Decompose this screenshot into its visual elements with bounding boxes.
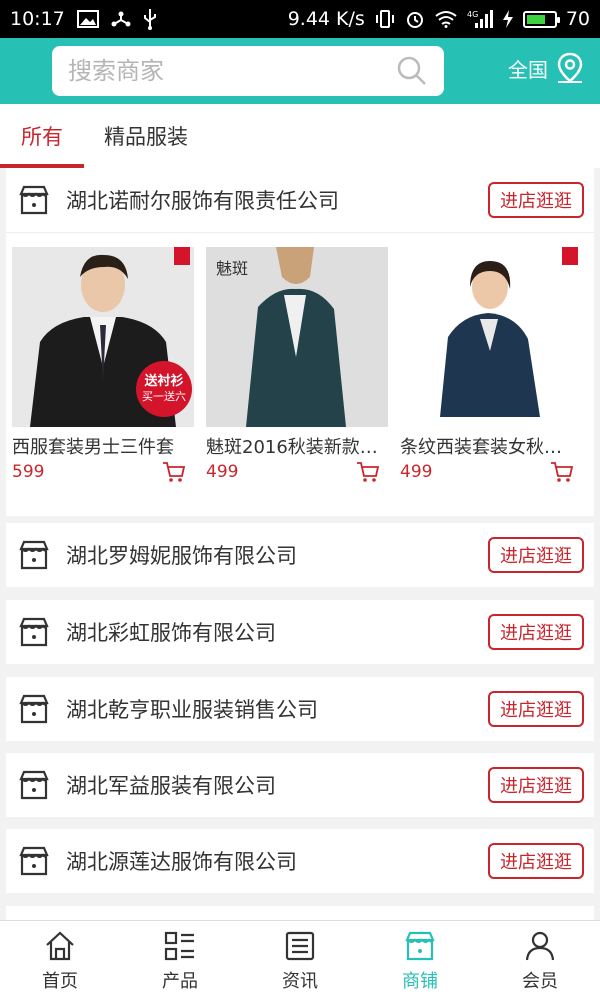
shop-name: 湖北乾亨职业服装销售公司	[66, 698, 318, 722]
nav-label: 资讯	[282, 970, 318, 992]
shop-icon	[405, 931, 435, 960]
visit-shop-button[interactable]: 进店逛逛	[488, 843, 584, 879]
search-bar[interactable]	[52, 46, 444, 96]
alarm-icon	[405, 9, 425, 29]
shop-row[interactable]: 湖北乾亨职业服装销售公司 进店逛逛	[6, 677, 594, 741]
status-time: 10:17	[10, 8, 65, 30]
corner-tag	[562, 247, 578, 265]
visit-shop-button[interactable]: 进店逛逛	[488, 767, 584, 803]
product-price: 599	[12, 462, 45, 482]
shop-name: 湖北军益服装有限公司	[66, 774, 276, 798]
charging-icon	[502, 9, 514, 29]
storefront-icon	[19, 770, 49, 800]
visit-shop-button[interactable]: 进店逛逛	[488, 537, 584, 573]
search-icon[interactable]	[396, 55, 428, 87]
shop-row[interactable]: 湖北源莲达服饰有限公司 进店逛逛	[6, 829, 594, 893]
storefront-icon	[19, 617, 49, 647]
battery-icon	[522, 10, 560, 28]
home-icon	[46, 931, 74, 960]
battery-level: 70	[565, 8, 590, 30]
nav-home[interactable]: 首页	[0, 921, 120, 1000]
product-image	[400, 247, 582, 427]
cart-icon[interactable]	[550, 461, 574, 483]
shop-name: 湖北彩虹服饰有限公司	[66, 621, 276, 645]
storefront-icon	[19, 846, 49, 876]
tab-label: 所有	[21, 125, 63, 149]
shop-card: 湖北罗姆妮服饰有限公司 进店逛逛	[6, 523, 594, 587]
product-title: 条纹西装套装女秋…	[400, 437, 562, 458]
brand-logo-text: 魅斑	[216, 259, 249, 278]
news-icon	[285, 931, 315, 960]
network-speed: 9.44 K/s	[287, 8, 365, 30]
shop-card-partial	[6, 906, 594, 920]
bottom-navigation: 首页 产品 资讯 商铺 会员	[0, 920, 600, 1000]
product-title: 西服套装男士三件套	[12, 437, 174, 458]
signal-type-label: 4G	[467, 10, 478, 19]
womens-suit-photo	[400, 247, 582, 427]
battery-fill	[526, 14, 545, 24]
product-card[interactable]: 魅斑 魅斑2016秋装新款… 499	[206, 247, 388, 483]
region-label: 全国	[508, 57, 548, 82]
shop-row[interactable]: 湖北彩虹服饰有限公司 进店逛逛	[6, 600, 594, 664]
shop-card: 湖北乾亨职业服装销售公司 进店逛逛	[6, 677, 594, 741]
category-tabs: 所有 精品服装	[0, 104, 600, 168]
product-image: 送衬衫 买一送六	[12, 247, 194, 427]
image-icon	[76, 10, 99, 28]
tab-boutique-clothing[interactable]: 精品服装	[84, 104, 188, 168]
grid-list-icon	[164, 931, 194, 960]
nav-shops[interactable]: 商铺	[360, 921, 480, 1000]
share-icon	[111, 10, 131, 28]
nav-news[interactable]: 资讯	[240, 921, 360, 1000]
nav-label: 首页	[42, 970, 78, 992]
storefront-icon	[19, 540, 49, 570]
shop-row[interactable]: 湖北军益服装有限公司 进店逛逛	[6, 753, 594, 817]
wifi-icon	[434, 10, 458, 28]
shop-card: 湖北源莲达服饰有限公司 进店逛逛	[6, 829, 594, 893]
shop-row[interactable]: 湖北诺耐尔服饰有限责任公司 进店逛逛	[6, 168, 594, 232]
user-icon	[525, 931, 555, 960]
tab-all[interactable]: 所有	[0, 104, 84, 168]
vibrate-icon	[374, 9, 396, 29]
product-price: 499	[400, 462, 433, 482]
nav-label: 商铺	[402, 970, 438, 992]
shop-card: 湖北彩虹服饰有限公司 进店逛逛	[6, 600, 594, 664]
shop-card: 湖北军益服装有限公司 进店逛逛	[6, 753, 594, 817]
storefront-icon	[19, 185, 49, 215]
product-image: 魅斑	[206, 247, 388, 427]
search-input[interactable]	[68, 57, 396, 85]
featured-shop-card: 湖北诺耐尔服饰有限责任公司 进店逛逛 送衬衫 买一送六 西服套装男士三件套 59…	[6, 168, 594, 516]
corner-tag	[174, 247, 190, 265]
product-card[interactable]: 送衬衫 买一送六 西服套装男士三件套 599	[12, 247, 194, 483]
nav-products[interactable]: 产品	[120, 921, 240, 1000]
promo-badge: 送衬衫 买一送六	[136, 361, 192, 417]
product-title: 魅斑2016秋装新款…	[206, 437, 378, 458]
nav-label: 产品	[162, 970, 198, 992]
visit-shop-button[interactable]: 进店逛逛	[488, 691, 584, 727]
cellular-signal-icon: 4G	[467, 9, 493, 29]
region-selector[interactable]: 全国	[508, 52, 584, 84]
location-pin-icon	[557, 52, 583, 83]
storefront-icon	[19, 694, 49, 724]
shop-name: 湖北诺耐尔服饰有限责任公司	[66, 189, 339, 213]
visit-shop-button[interactable]: 进店逛逛	[488, 614, 584, 650]
product-price: 499	[206, 462, 239, 482]
promo-badge-line2: 买一送六	[142, 390, 186, 404]
product-strip: 送衬衫 买一送六 西服套装男士三件套 599 魅斑 魅斑2016秋装新款… 49…	[6, 232, 594, 483]
tab-label: 精品服装	[104, 125, 188, 149]
nav-member[interactable]: 会员	[480, 921, 600, 1000]
shop-name: 湖北罗姆妮服饰有限公司	[66, 544, 297, 568]
app-header: 全国	[0, 38, 600, 104]
shop-row[interactable]: 湖北罗姆妮服饰有限公司 进店逛逛	[6, 523, 594, 587]
nav-label: 会员	[522, 970, 558, 992]
usb-icon	[143, 8, 157, 30]
shop-name: 湖北源莲达服饰有限公司	[66, 850, 297, 874]
product-card[interactable]: 条纹西装套装女秋… 499	[400, 247, 582, 483]
status-bar: 10:17 9.44 K/s 4G 70	[0, 0, 600, 38]
promo-badge-line1: 送衬衫	[144, 374, 184, 389]
visit-shop-button[interactable]: 进店逛逛	[488, 182, 584, 218]
cart-icon[interactable]	[162, 461, 186, 483]
cart-icon[interactable]	[356, 461, 380, 483]
